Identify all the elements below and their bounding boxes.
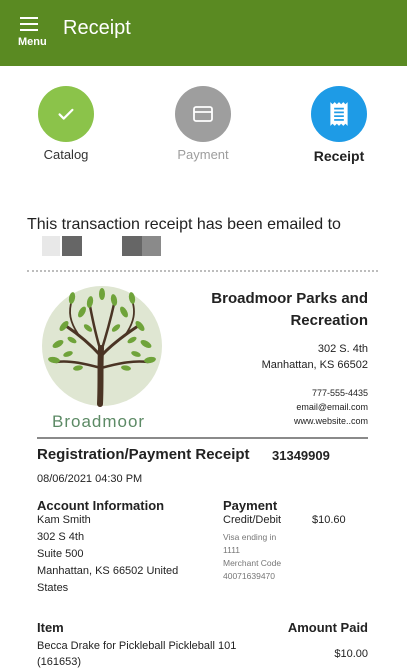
account-city: Manhattan, KS 66502 United	[37, 565, 179, 577]
redacted-email-block	[42, 236, 60, 256]
step-receipt-circle	[311, 86, 367, 142]
step-payment-circle	[175, 86, 231, 142]
receipt-number: 31349909	[272, 448, 330, 463]
website: www.website..com	[293, 416, 368, 426]
hamburger-icon	[20, 17, 38, 35]
email-address: email@email.com	[296, 402, 368, 412]
credit-card-icon	[193, 106, 213, 122]
page-title: Receipt	[63, 17, 131, 39]
account-suite: Suite 500	[37, 548, 84, 560]
step-receipt-label: Receipt	[313, 148, 365, 164]
emailed-message: This transaction receipt has been emaile…	[27, 216, 341, 233]
step-receipt[interactable]: Receipt	[299, 86, 379, 164]
account-street: 302 S 4th	[37, 531, 85, 543]
account-country: States	[37, 582, 69, 594]
step-payment[interactable]: Payment	[163, 86, 243, 162]
step-catalog-circle	[38, 86, 94, 142]
payment-amount: $10.60	[312, 514, 346, 526]
phone-number: 777-555-4435	[311, 388, 368, 398]
logo-text: Broadmoor	[52, 412, 146, 431]
redacted-email-block	[122, 236, 142, 256]
menu-label: Menu	[18, 36, 47, 48]
dotted-divider	[27, 270, 378, 272]
payment-heading: Payment	[223, 498, 278, 513]
step-catalog-label: Catalog	[43, 147, 89, 162]
receipt-title: Registration/Payment Receipt	[37, 446, 250, 463]
organization-contact: 777-555-4435 email@email.com www.website…	[294, 386, 368, 428]
step-payment-label: Payment	[177, 147, 229, 162]
step-catalog[interactable]: Catalog	[26, 86, 106, 162]
redacted-email-block	[62, 236, 82, 256]
item-code: (161653)	[37, 656, 82, 668]
card-digits: 1111	[223, 545, 241, 555]
card-info: Visa ending in	[223, 532, 277, 542]
amount-paid-heading: Amount Paid	[287, 620, 368, 635]
check-icon	[58, 108, 74, 120]
organization-name: Broadmoor Parks and Recreation	[211, 290, 368, 329]
item-description: Becca Drake for Pickleball Pickleball 10…	[37, 640, 237, 652]
item-heading: Item	[37, 620, 64, 635]
organization-address: 302 S. 4th Manhattan, KS 66502	[262, 341, 368, 373]
menu-button[interactable]: Menu	[14, 14, 54, 54]
redacted-email-block	[142, 236, 161, 256]
app-bar: Menu Receipt	[0, 0, 407, 66]
merchant-code: 40071639470	[223, 571, 276, 581]
merchant-label: Merchant Code	[223, 558, 282, 568]
receipt-icon	[330, 102, 348, 126]
item-amount: $10.00	[334, 648, 368, 660]
account-heading: Account Information	[37, 498, 165, 513]
header-divider	[37, 437, 368, 439]
address-line: 302 S. 4th	[317, 343, 368, 355]
address-line: Manhattan, KS 66502	[261, 359, 368, 371]
account-name: Kam Smith	[37, 514, 91, 526]
payment-method: Credit/Debit	[223, 514, 282, 526]
receipt-date: 08/06/2021 04:30 PM	[37, 473, 143, 485]
